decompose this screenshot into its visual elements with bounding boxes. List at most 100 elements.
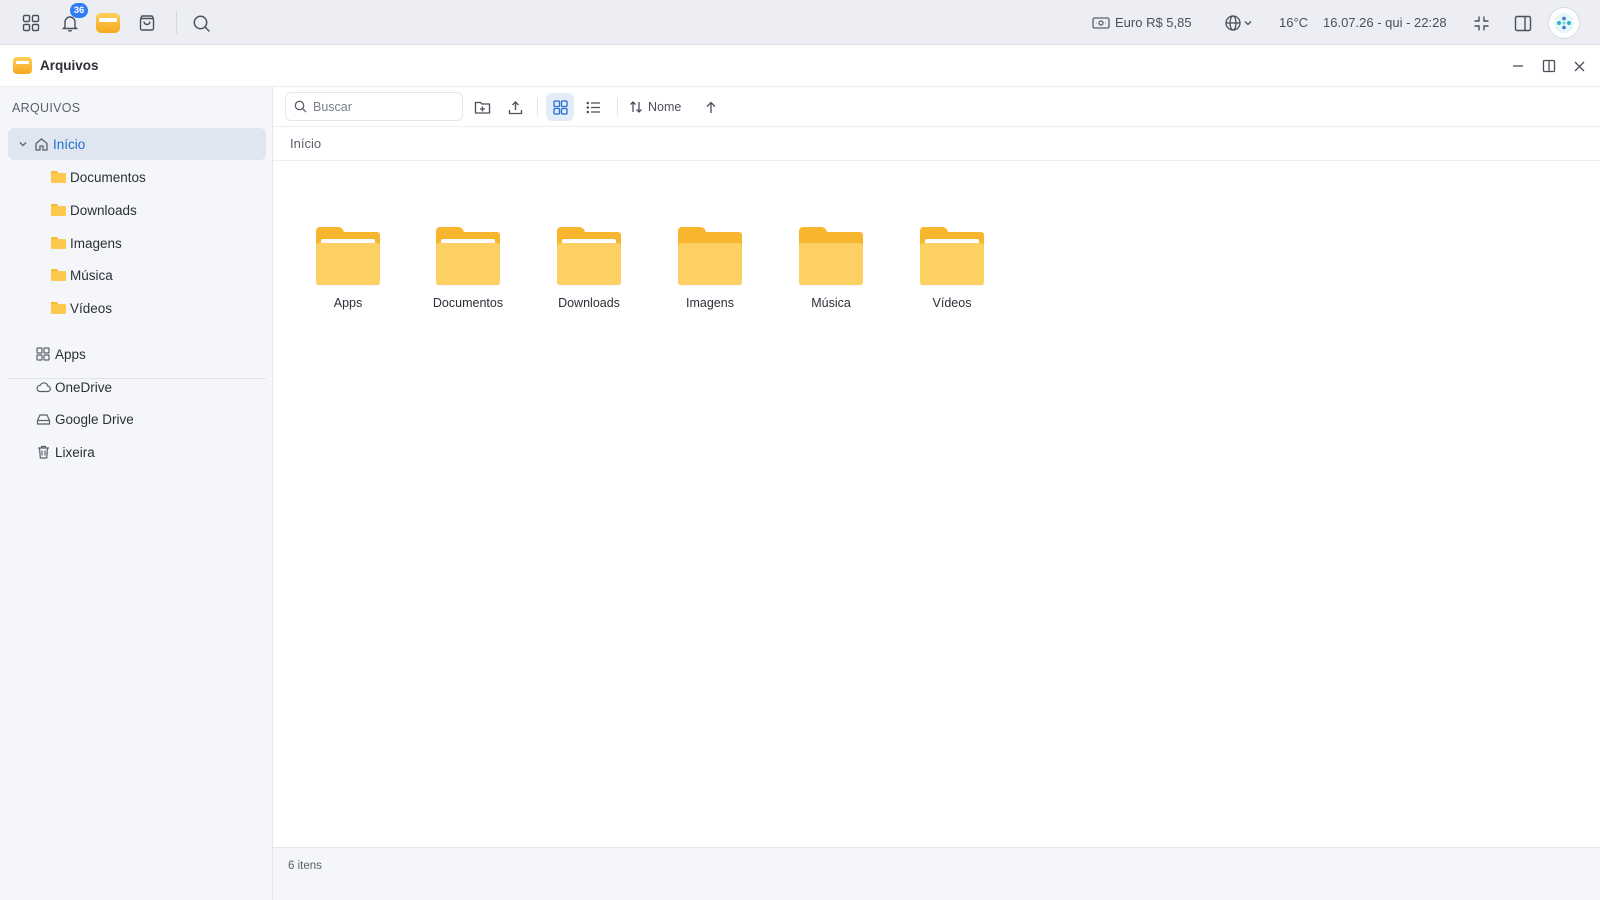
status-bar: 6 itens [273, 847, 1600, 900]
grid-view-icon [552, 99, 568, 115]
sidebar-item-label: Downloads [70, 202, 137, 218]
taskbar: 36 Euro R$ 5,85 16°C 16.07.26 - qui - 22… [0, 0, 1600, 45]
sidebar-item-downloads[interactable]: Downloads [50, 194, 260, 226]
window-title: Arquivos [40, 58, 99, 73]
search-icon [294, 100, 307, 113]
main-content: Nome Início Apps Documentos Downloads [273, 87, 1600, 900]
drive-icon [35, 411, 51, 427]
sidebar-item-onedrive[interactable]: OneDrive [35, 371, 260, 403]
avatar[interactable] [1548, 7, 1580, 39]
apps-grid-icon [35, 346, 51, 362]
notifications-button[interactable]: 36 [55, 3, 88, 38]
sidebar-item-label: Google Drive [55, 411, 134, 427]
folder-icon [50, 235, 66, 251]
currency-icon [1086, 8, 1116, 38]
sidebar-item-videos[interactable]: Vídeos [50, 292, 260, 324]
sort-by-button[interactable]: Nome [629, 93, 681, 121]
breadcrumb-item[interactable]: Início [290, 127, 321, 161]
folder-icon [920, 227, 984, 285]
breadcrumb: Início [273, 127, 1600, 161]
chevron-down-icon[interactable] [1240, 8, 1256, 38]
maximize-icon [1542, 59, 1556, 73]
files-app-icon [13, 57, 32, 74]
toolbar: Nome [273, 87, 1600, 127]
side-panel-icon[interactable] [1508, 8, 1538, 38]
close-button[interactable] [1566, 53, 1592, 79]
list-view-icon [586, 101, 600, 113]
collapse-icon[interactable] [1466, 8, 1496, 38]
folder-label: Música [811, 296, 851, 310]
folder-icon [50, 300, 66, 316]
temperature[interactable]: 16°C [1279, 0, 1308, 45]
cloud-icon [35, 379, 51, 395]
maximize-button[interactable] [1536, 53, 1562, 79]
folder-label: Downloads [558, 296, 620, 310]
folder-icon [50, 267, 66, 283]
sidebar-heading: ARQUIVOS [12, 101, 81, 115]
folder-icon [557, 227, 621, 285]
list-view-button[interactable] [579, 93, 607, 121]
toolbar-divider [617, 98, 618, 116]
folder-icon [50, 169, 66, 185]
sidebar: ARQUIVOS Início Documentos Downloads Ima… [0, 87, 273, 900]
toolbar-divider [537, 98, 538, 116]
upload-button[interactable] [501, 93, 529, 121]
folder-icon [50, 202, 66, 218]
sidebar-item-lixeira[interactable]: Lixeira [35, 436, 260, 468]
sidebar-item-label: Imagens [70, 235, 122, 251]
new-folder-icon [474, 101, 490, 114]
minimize-icon [1513, 65, 1523, 67]
search-box[interactable] [285, 92, 463, 121]
folder-icon [799, 227, 863, 285]
search-input[interactable] [313, 99, 453, 114]
sidebar-item-label: Música [70, 267, 113, 283]
taskbar-divider [176, 12, 177, 34]
folder-label: Vídeos [932, 296, 972, 310]
grid-view-button[interactable] [546, 93, 574, 121]
folder-item-musica[interactable]: Música [776, 227, 886, 322]
sidebar-item-apps[interactable]: Apps [35, 338, 260, 370]
sort-direction-button[interactable] [697, 93, 725, 121]
search-icon[interactable] [186, 8, 216, 38]
minimize-button[interactable] [1505, 53, 1531, 79]
sidebar-item-label: Apps [55, 346, 86, 362]
files-window: Arquivos ARQUIVOS Início Documentos Down… [0, 45, 1600, 900]
home-icon [33, 136, 49, 152]
folder-item-videos[interactable]: Vídeos [897, 227, 1007, 322]
sort-icon [630, 101, 642, 113]
folder-item-apps[interactable]: Apps [293, 227, 403, 322]
sidebar-item-label: Início [53, 136, 86, 152]
folder-icon [436, 227, 500, 285]
item-count: 6 itens [288, 860, 322, 872]
window-titlebar: Arquivos [0, 45, 1600, 87]
new-folder-button[interactable] [468, 93, 496, 121]
close-icon [1574, 61, 1584, 71]
arrow-up-icon [706, 101, 716, 113]
sidebar-item-musica[interactable]: Música [50, 259, 260, 291]
notification-count-badge: 36 [70, 3, 88, 18]
folder-item-imagens[interactable]: Imagens [655, 227, 765, 322]
currency-rate[interactable]: Euro R$ 5,85 [1115, 0, 1192, 45]
chevron-down-icon[interactable] [17, 136, 29, 152]
files-app-icon[interactable] [93, 8, 123, 38]
folder-item-downloads[interactable]: Downloads [534, 227, 644, 322]
sidebar-item-label: OneDrive [55, 379, 113, 395]
sidebar-item-label: Documentos [70, 169, 146, 185]
store-bag-icon[interactable] [132, 8, 162, 38]
sidebar-item-label: Lixeira [55, 444, 95, 460]
folder-icon [678, 227, 742, 285]
sidebar-item-imagens[interactable]: Imagens [50, 227, 260, 259]
sidebar-item-label: Vídeos [70, 300, 113, 316]
folder-label: Documentos [432, 296, 504, 310]
sidebar-item-home[interactable]: Início [8, 128, 266, 160]
date-time[interactable]: 16.07.26 - qui - 22:28 [1323, 0, 1447, 45]
upload-icon [508, 100, 522, 114]
folder-item-documentos[interactable]: Documentos [413, 227, 523, 322]
folder-icon [316, 227, 380, 285]
sidebar-item-documentos[interactable]: Documentos [50, 161, 260, 193]
sidebar-item-google-drive[interactable]: Google Drive [35, 403, 260, 435]
apps-grid-icon[interactable] [16, 8, 46, 38]
folder-label: Imagens [686, 296, 734, 310]
folder-label: Apps [333, 296, 363, 310]
trash-icon [35, 444, 51, 460]
